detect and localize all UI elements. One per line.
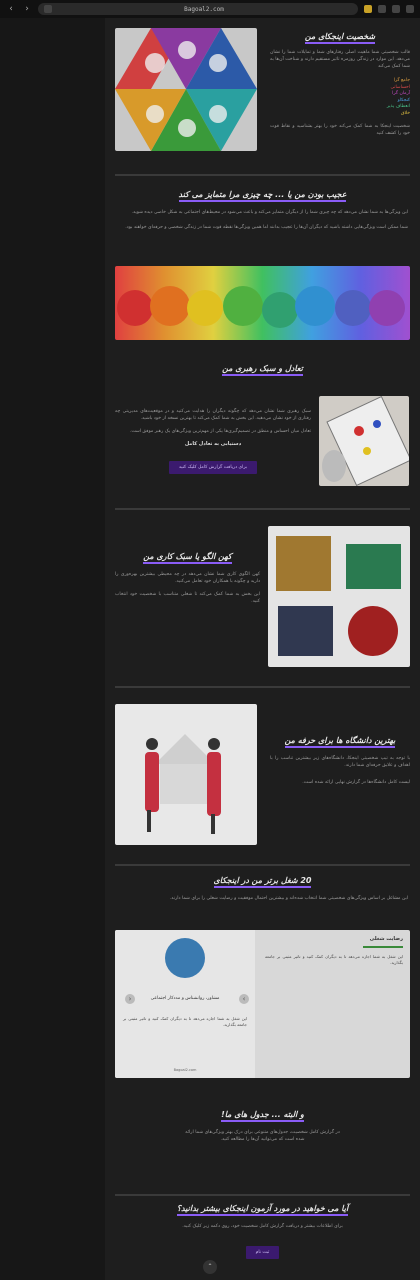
personality-section: شخصیت اینجکای من قالب شخصیتی شما ماهیت ا… — [105, 18, 420, 178]
trait-item: خلاق — [401, 110, 410, 116]
work-title: کهن الگو یا سبک کاری من — [115, 552, 260, 564]
personality-para: قالب شخصیتی شما ماهیت اصلی رفتارهای شما … — [270, 50, 410, 69]
funny-section: عجیب بودن من یا ... چه چیزی مرا متمایز م… — [105, 180, 420, 340]
tables-title: و البته ... جدول های ما! — [105, 1110, 420, 1122]
divider — [115, 174, 410, 176]
work-para-1: کهن الگوی کاری شما نشان می‌دهد در چه محی… — [115, 572, 260, 584]
monsters-banner-image — [115, 266, 410, 340]
forward-button[interactable]: › — [22, 4, 32, 14]
balance-sculpture-image — [319, 396, 409, 486]
menu-icon[interactable] — [406, 5, 414, 13]
work-archetype-image — [268, 526, 410, 667]
sidebar-blank — [0, 18, 105, 1280]
personality-title: شخصیت اینجکای من — [270, 32, 410, 44]
tables-section: و البته ... جدول های ما! در گزارش کامل ش… — [105, 1110, 420, 1190]
career-card-heading: رضایت شغلی — [369, 936, 403, 942]
page-content: شخصیت اینجکای من قالب شخصیتی شما ماهیت ا… — [105, 18, 420, 1280]
cta-para: برای اطلاعات بیشتر و دریافت گزارش کامل ش… — [182, 1224, 343, 1229]
career-card-left: مشاور، روانشناس و مددکار اجتماعی این شغل… — [115, 930, 255, 1078]
work-para-2: این بخش به شما کمک می‌کند تا شغلی متناسب… — [115, 592, 260, 604]
funny-title: عجیب بودن من یا ... چه چیزی مرا متمایز م… — [105, 190, 420, 202]
funny-para-2: شما ممکن است ویژگی‌هایی داشته باشید که د… — [125, 225, 408, 230]
uni-para-1: با توجه به تیپ شخصیتی اینجکا، دانشگاه‌ها… — [270, 756, 410, 768]
uni-section: بهترین دانشگاه ها برای حرفه من با توجه ب… — [105, 696, 420, 856]
address-bar[interactable]: Bagoal2.com — [38, 3, 358, 15]
divider — [115, 686, 410, 688]
uni-title: بهترین دانشگاه ها برای حرفه من — [270, 736, 410, 748]
careers-title: 20 شغل برتر من در اینجکای — [105, 876, 420, 888]
balance-title: تعادل و سبک رهبری من — [105, 364, 420, 376]
url-text: Bagoal2.com — [184, 5, 224, 13]
scroll-to-top-button[interactable]: ⌃ — [203, 1260, 217, 1274]
back-button[interactable]: ‹ — [6, 4, 16, 14]
balance-para-2: تعادل میان احساس و منطق در تصمیم‌گیری‌ها… — [129, 429, 311, 434]
balance-para-1: سبک رهبری شما نشان می‌دهد که چگونه دیگرا… — [115, 409, 311, 421]
carousel-next-button[interactable]: › — [239, 994, 249, 1004]
careers-section: 20 شغل برتر من در اینجکای این مشاغل بر ا… — [105, 870, 420, 1100]
career-card-title: مشاور، روانشناس و مددکار اجتماعی — [150, 996, 220, 1001]
career-card-footer: Bagoal2.com — [173, 1068, 197, 1072]
funny-para-1: این ویژگی‌ها به شما نشان می‌دهد که چه چی… — [131, 210, 408, 215]
personality-hexagon-image — [115, 28, 257, 151]
cta-title: آیا می خواهید در مورد آزمون اینجکای بیشت… — [105, 1204, 420, 1216]
people-icon — [165, 938, 205, 978]
divider — [115, 508, 410, 510]
graduation-image — [115, 704, 257, 845]
share-icon[interactable] — [378, 5, 386, 13]
tables-para: در گزارش کامل شخصیت، جدول‌های متنوعی برا… — [185, 1130, 340, 1142]
divider — [115, 1194, 410, 1196]
accent-line — [363, 946, 403, 948]
carousel-prev-button[interactable]: ‹ — [125, 994, 135, 1004]
balance-section: تعادل و سبک رهبری من سبک رهبری شما نشان … — [105, 358, 420, 508]
balance-cta-button[interactable]: برای دریافت گزارش کامل کلیک کنید — [168, 461, 258, 474]
traits-list: جامع گرا احساساتی آرمان گرا کنجکاو انعطا… — [270, 78, 410, 117]
personality-footer: شخصیت اینجکا به شما کمک می‌کند خود را به… — [270, 124, 410, 136]
career-card-right: رضایت شغلی این شغل به شما اجازه می‌دهد ت… — [265, 936, 403, 1072]
divider — [115, 864, 410, 866]
career-card-carousel: مشاور، روانشناس و مددکار اجتماعی این شغل… — [115, 930, 410, 1078]
uni-para-2: لیست کامل دانشگاه‌ها در گزارش نهایی ارائ… — [302, 780, 410, 785]
careers-para: این مشاغل بر اساس ویژگی‌های شخصیتی شما ا… — [169, 896, 408, 901]
balance-subtitle: دستیابی به تعادل کامل — [184, 441, 242, 447]
browser-toolbar: ‹ › Bagoal2.com — [0, 0, 420, 18]
career-card-text: این شغل به شما اجازه می‌دهد تا به دیگران… — [123, 1016, 247, 1027]
work-section: کهن الگو یا سبک کاری من کهن الگوی کاری ش… — [105, 518, 420, 688]
cta-section: آیا می خواهید در مورد آزمون اینجکای بیشت… — [105, 1204, 420, 1280]
signup-button[interactable]: ثبت نام — [245, 1246, 280, 1259]
extension-icon[interactable] — [364, 5, 372, 13]
tabs-icon[interactable] — [392, 5, 400, 13]
site-info-icon[interactable] — [44, 5, 52, 13]
career-card-body: این شغل به شما اجازه می‌دهد تا به دیگران… — [265, 954, 403, 965]
